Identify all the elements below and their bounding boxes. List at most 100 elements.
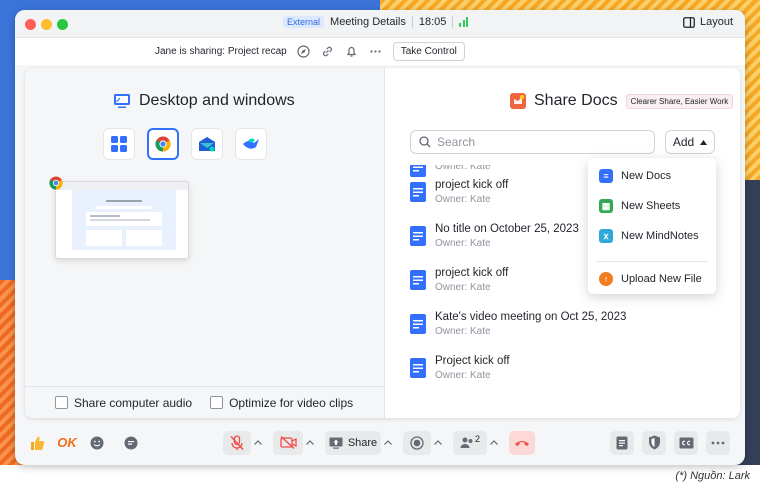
security-button[interactable] — [642, 430, 666, 455]
maximize-window-button[interactable] — [57, 19, 68, 30]
docs-icon: ≡ — [599, 169, 613, 183]
doc-owner: Owner: Kate — [435, 325, 491, 337]
share-audio-option[interactable]: Share computer audio — [55, 396, 192, 410]
doc-icon — [410, 270, 426, 290]
lark-mail-icon — [199, 137, 215, 152]
thumbs-up-reaction[interactable] — [25, 431, 49, 455]
menu-divider — [596, 261, 708, 262]
sharing-status: Jane is sharing: Project recap — [155, 46, 287, 57]
doc-owner: Owner: Kate — [435, 369, 491, 381]
doc-item[interactable]: project kick off Owner: Kate — [410, 260, 508, 300]
menu-item-label: New Docs — [621, 170, 672, 182]
emoji-icon — [90, 436, 104, 449]
add-menu: ≡ New Docs ▦ New Sheets ⅹ New MindNotes … — [588, 158, 716, 294]
ok-reaction[interactable]: OK — [55, 431, 79, 455]
menu-item-new-docs[interactable]: ≡ New Docs — [588, 162, 716, 190]
add-button[interactable]: Add — [665, 130, 715, 154]
bell-icon[interactable] — [345, 45, 359, 59]
leave-meeting-button[interactable] — [509, 430, 535, 455]
captions-button[interactable] — [674, 430, 698, 455]
meeting-details-link[interactable]: Meeting Details — [330, 16, 406, 28]
share-docs-icon — [510, 93, 526, 109]
camera-options-chevron-up-icon[interactable] — [303, 431, 317, 455]
more-options-button[interactable] — [706, 430, 730, 455]
chrome-icon — [49, 176, 63, 190]
mindnotes-icon: ⅹ — [599, 229, 613, 243]
record-button[interactable] — [403, 430, 431, 455]
doc-owner: Owner: Kate — [435, 281, 491, 293]
doc-icon — [410, 226, 426, 246]
emoji-button[interactable] — [85, 431, 109, 455]
doc-item[interactable]: Kate's video meeting on Oct 25, 2023 Owne… — [410, 304, 626, 344]
menu-item-upload-file[interactable]: ↑ Upload New File — [588, 265, 716, 293]
captions-icon — [679, 437, 693, 448]
optimize-video-checkbox[interactable] — [210, 396, 224, 409]
menu-item-label: New Sheets — [621, 200, 681, 212]
chat-button[interactable] — [119, 431, 143, 455]
doc-item[interactable]: project kick off Owner: Kate — [410, 172, 508, 212]
apps-grid-source[interactable] — [103, 128, 135, 160]
doc-title: Project kick off — [435, 354, 510, 367]
desktop-windows-title: Desktop and windows — [139, 92, 295, 109]
lark-mail-source[interactable] — [191, 128, 223, 160]
doc-title: Kate's video meeting on Oct 25, 2023 — [435, 310, 627, 323]
share-options: Share computer audio Optimize for video … — [25, 386, 385, 418]
share-docs-title: Share Docs — [534, 92, 618, 109]
hang-up-icon — [515, 440, 529, 446]
doc-title: No title on October 25, 2023 — [435, 222, 579, 235]
camera-button[interactable] — [273, 430, 303, 455]
more-icon[interactable] — [369, 45, 383, 59]
share-audio-checkbox[interactable] — [55, 396, 68, 409]
menu-item-new-mindnotes[interactable]: ⅹ New MindNotes — [588, 222, 716, 250]
menu-item-label: New MindNotes — [621, 230, 699, 242]
participants-options-chevron-up-icon[interactable] — [487, 431, 501, 455]
link-icon[interactable] — [321, 45, 335, 59]
close-window-button[interactable] — [25, 19, 36, 30]
doc-item[interactable]: Project kick off Owner: Kate — [410, 348, 510, 388]
layout-label: Layout — [699, 16, 733, 28]
doc-owner: Owner: Kate — [435, 193, 491, 205]
lark-source[interactable] — [235, 128, 267, 160]
browser-window-preview — [56, 182, 188, 250]
thumbnail-chrome-badge — [49, 176, 63, 195]
optimize-video-label: Optimize for video clips — [229, 395, 354, 410]
chrome-source[interactable] — [147, 128, 179, 160]
participants-count: 2 — [474, 433, 480, 444]
monitor-icon — [114, 94, 130, 108]
microphone-button[interactable] — [223, 430, 251, 455]
share-docs-header: Share Docs Clearer Share, Easier Work — [510, 92, 734, 110]
doc-title: project kick off — [435, 266, 509, 279]
participants-icon — [460, 437, 473, 448]
layout-button[interactable]: Layout — [683, 16, 733, 28]
upload-icon: ↑ — [599, 272, 613, 286]
doc-item[interactable]: No title on October 25, 2023 Owner: Kate — [410, 216, 579, 256]
doc-search-input[interactable]: Search — [410, 130, 655, 154]
notes-button[interactable] — [610, 430, 634, 455]
minimize-window-button[interactable] — [41, 19, 52, 30]
divider — [411, 16, 413, 28]
record-options-chevron-up-icon[interactable] — [431, 431, 445, 455]
search-icon — [419, 136, 431, 148]
share-screen-icon — [329, 437, 343, 449]
mic-options-chevron-up-icon[interactable] — [251, 431, 265, 455]
thumbs-up-icon — [31, 436, 45, 450]
lark-icon — [243, 138, 259, 149]
share-docs-tag: Clearer Share, Easier Work — [625, 93, 734, 109]
share-audio-label: Share computer audio — [74, 395, 193, 410]
meeting-info: External Meeting Details 18:05 — [283, 16, 469, 28]
annotate-icon[interactable] — [297, 45, 311, 59]
apps-grid-icon — [111, 136, 127, 152]
record-icon — [410, 435, 424, 450]
signal-icon[interactable] — [459, 17, 469, 27]
sheets-icon: ▦ — [599, 199, 613, 213]
window-thumbnail[interactable] — [55, 181, 189, 259]
optimize-video-option[interactable]: Optimize for video clips — [210, 396, 353, 410]
doc-owner: Owner: Kate — [435, 237, 491, 249]
share-options-chevron-up-icon[interactable] — [381, 431, 395, 455]
share-button[interactable]: Share — [325, 430, 381, 455]
participants-button[interactable]: 2 — [453, 430, 487, 455]
take-control-button[interactable]: Take Control — [392, 42, 465, 61]
notes-icon — [616, 436, 628, 449]
chrome-icon — [155, 136, 171, 152]
menu-item-new-sheets[interactable]: ▦ New Sheets — [588, 192, 716, 220]
